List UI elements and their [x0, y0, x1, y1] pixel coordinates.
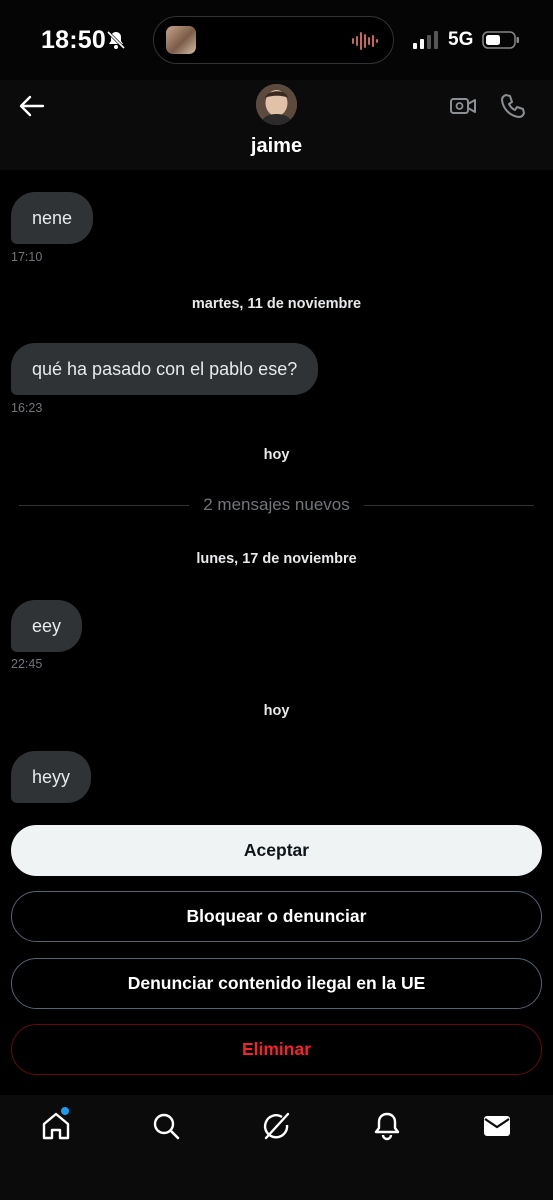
signal-icon	[413, 31, 438, 49]
date-separator: hoy	[263, 447, 290, 463]
new-messages-divider: 2 mensajes nuevos	[19, 495, 534, 514]
notifications-icon[interactable]	[372, 1111, 402, 1141]
search-icon[interactable]	[151, 1111, 181, 1141]
home-icon[interactable]	[41, 1111, 71, 1141]
report-illegal-content-button[interactable]: Denunciar contenido ilegal en la UE	[11, 958, 542, 1009]
network-label: 5G	[448, 29, 474, 50]
date-separator: martes, 11 de noviembre	[191, 296, 362, 312]
back-arrow-icon[interactable]	[18, 94, 46, 118]
accept-button[interactable]: Aceptar	[11, 825, 542, 876]
block-report-button[interactable]: Bloquear o denunciar	[11, 891, 542, 942]
video-call-icon[interactable]	[449, 94, 477, 118]
bottom-nav	[0, 1095, 553, 1200]
message-bubble[interactable]: qué ha pasado con el pablo ese?	[11, 343, 319, 395]
status-time: 18:50	[41, 26, 106, 54]
message-timestamp: 16:23	[11, 401, 43, 415]
contact-name[interactable]: jaime	[0, 135, 553, 158]
audio-wave-icon	[352, 32, 378, 50]
bell-muted-icon	[106, 30, 126, 50]
delete-button[interactable]: Eliminar	[11, 1024, 542, 1075]
message-bubble[interactable]: eey	[11, 600, 83, 652]
phone-call-icon[interactable]	[499, 92, 527, 120]
divider-line	[364, 505, 534, 506]
message-bubble[interactable]: heyy	[11, 751, 92, 803]
avatar[interactable]	[256, 84, 297, 125]
status-bar: 18:50 5G	[0, 0, 553, 80]
message-bubble[interactable]: nene	[11, 192, 94, 244]
message-timestamp: 17:10	[11, 250, 43, 264]
grok-icon[interactable]	[262, 1111, 292, 1141]
dynamic-island[interactable]	[153, 16, 394, 64]
date-separator: hoy	[263, 703, 290, 719]
conversation-header: jaime	[0, 80, 553, 170]
messages-icon[interactable]	[482, 1111, 512, 1141]
home-badge	[61, 1107, 69, 1115]
now-playing-thumbnail	[166, 26, 196, 54]
message-timestamp: 22:45	[11, 657, 43, 671]
date-separator: lunes, 17 de noviembre	[196, 551, 357, 567]
battery-icon	[482, 31, 519, 49]
avatar-photo	[256, 84, 297, 125]
